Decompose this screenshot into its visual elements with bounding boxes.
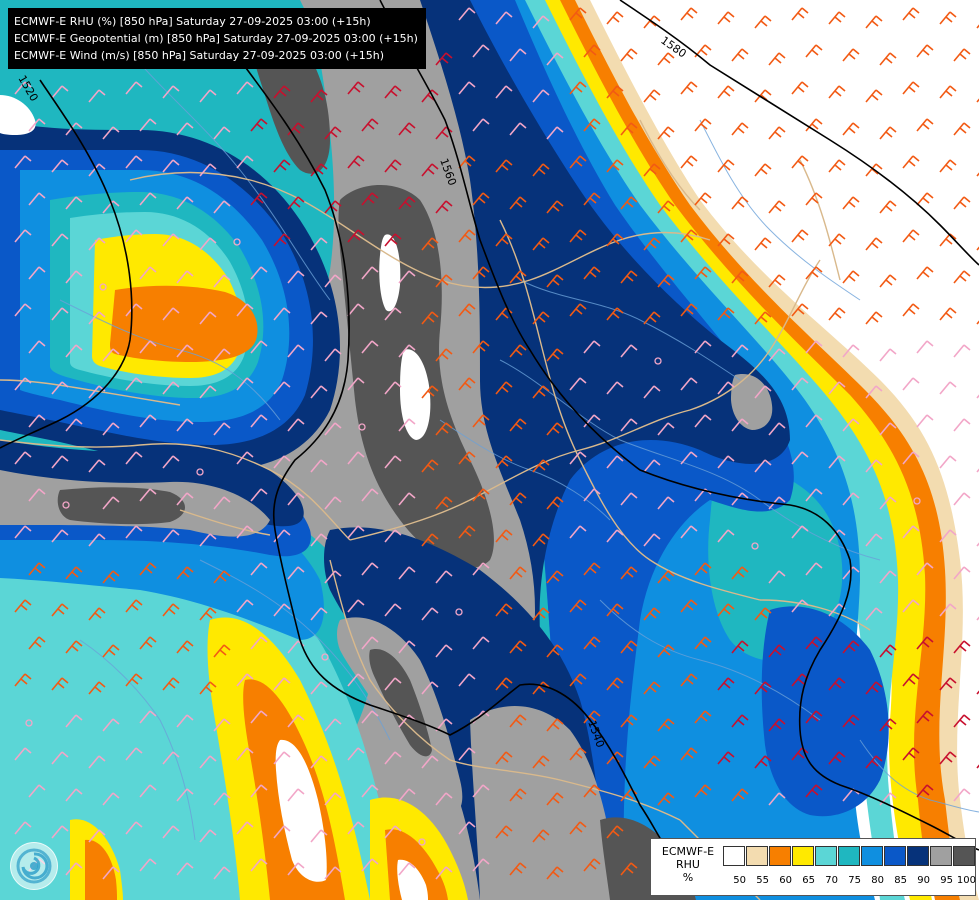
legend-tick-75: 75 [848,875,861,886]
legend-swatch-0 [723,846,745,866]
legend-tick-95: 95 [940,875,953,886]
legend-swatch-5 [838,846,860,866]
legend-swatch-7 [884,846,906,866]
legend-tick-65: 65 [802,875,815,886]
legend-swatch-1 [746,846,768,866]
legend-caption-variable: RHU [676,858,700,871]
ecmwf-logo-icon [10,842,58,890]
legend-tick-90: 90 [917,875,930,886]
legend-caption-model: ECMWF-E [661,845,715,858]
legend-tick-row: 50 55 60 65 70 75 80 85 90 95 100 [723,875,976,889]
legend-tick-100: 100 [956,875,976,886]
legend-swatch-9 [930,846,952,866]
legend-tick-80: 80 [871,875,884,886]
legend-swatch-10 [953,846,975,866]
legend-tick-85: 85 [894,875,907,886]
legend-tick-55: 55 [756,875,769,886]
title-line-rhu: ECMWF-E RHU (%) [850 hPa] Saturday 27-09… [14,15,371,28]
legend-swatch-2 [769,846,791,866]
map-canvas: 1520156015801540 [0,0,979,900]
legend-tick-60: 60 [779,875,792,886]
legend-swatch-3 [792,846,814,866]
legend-swatch-4 [815,846,837,866]
legend-swatch-8 [907,846,929,866]
legend-caption-unit: % [682,871,694,884]
legend-caption: ECMWF-E RHU % [655,845,721,884]
title-line-geopotential: ECMWF-E Geopotential (m) [850 hPa] Satur… [14,32,418,45]
legend-tick-70: 70 [825,875,838,886]
humidity-region-25-dark_grey [57,487,185,525]
legend-swatch-row [723,846,976,868]
weather-map: 1520 1560 1580 1540 ECMWF-E RHU (%) [850 hP… [0,0,979,900]
humidity-fill-layer [0,0,979,900]
map-title-box: ECMWF-E RHU (%) [850 hPa] Saturday 27-09… [8,8,426,69]
legend-swatch-6 [861,846,883,866]
legend-tick-50: 50 [733,875,746,886]
color-legend: ECMWF-E RHU % 50 55 60 65 70 75 80 85 90 95 100 [650,838,976,896]
ecmwf-swirl-icon [16,848,52,884]
title-line-wind: ECMWF-E Wind (m/s) [850 hPa] Saturday 27… [14,49,384,62]
